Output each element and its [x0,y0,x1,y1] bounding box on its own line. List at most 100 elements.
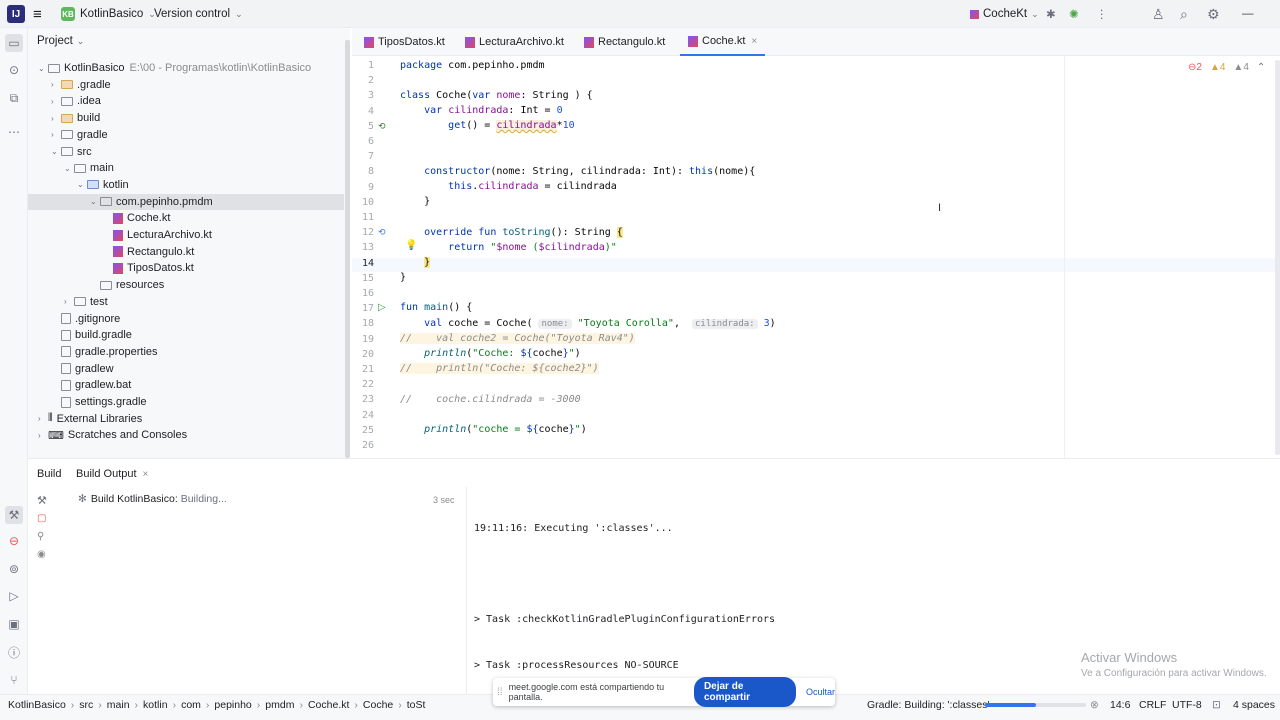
debug-icon[interactable]: ✱ [1046,0,1056,28]
chevron-right-icon[interactable]: › [64,297,74,306]
tree-item[interactable]: ⌄ src [28,144,344,160]
user-icon[interactable]: ♙ [1152,0,1165,28]
tab-coche[interactable]: Coche.kt × [680,28,766,56]
inspection-widget[interactable]: ⊖2 ▲4 ▲4 ⌃ [1188,62,1265,73]
tree-scrollbar[interactable] [345,40,350,458]
more-tools-icon[interactable]: ⋯ [6,124,22,140]
chevron-right-icon[interactable]: › [51,114,61,123]
tab-build[interactable]: Build [37,468,61,480]
chevron-down-icon[interactable]: ⌄ [77,180,87,189]
chevron-right-icon[interactable]: › [51,97,61,106]
indent-setting[interactable]: 4 spaces [1233,695,1275,715]
bug-icon[interactable]: ✺ [1069,0,1079,28]
chevron-down-icon[interactable]: ⌄ [64,164,74,173]
build-console-output[interactable]: 19:11:16: Executing ':classes'... > Task… [474,490,775,704]
tree-item[interactable]: › .gradle [28,77,344,93]
build-task-row[interactable]: ✻ Build KotlinBasico: Building... [78,493,227,505]
tree-item[interactable]: › .idea [28,93,344,109]
breadcrumb-item[interactable]: pmdm [265,699,294,711]
editor-scrollbar[interactable] [1275,60,1280,455]
tree-item[interactable]: build.gradle [28,327,344,343]
lock-icon[interactable]: ⊡ [1212,695,1221,715]
chevron-down-icon[interactable]: ⌄ [38,64,48,73]
breadcrumb-item[interactable]: src [79,699,93,711]
override-gutter-icon[interactable]: ⟲ [378,227,386,238]
tree-item[interactable]: resources [28,277,344,293]
chevron-up-icon[interactable]: ⌃ [1257,62,1265,73]
vcs-selector[interactable]: Version control ⌄ [154,0,243,28]
tree-item[interactable]: gradle.properties [28,344,344,360]
structure-icon[interactable]: ⧉ [6,90,22,106]
chevron-down-icon[interactable]: ⌄ [90,197,100,206]
tab-lecturaarchivo[interactable]: LecturaArchivo.kt [465,28,564,56]
breadcrumb-item[interactable]: kotlin [143,699,168,711]
chevron-right-icon[interactable]: › [38,431,48,440]
caret-position[interactable]: 14:6 [1110,695,1130,715]
stop-sharing-button[interactable]: Dejar de compartir [693,677,796,707]
tree-item[interactable]: ⌄ kotlin [28,177,344,193]
project-folder-icon[interactable]: ▭ [5,34,23,52]
tree-item[interactable]: › test [28,294,344,310]
project-panel-title[interactable]: Project ⌄ [37,35,84,47]
breadcrumb-item[interactable]: Coche.kt [308,699,349,711]
pin-icon[interactable]: ⚲ [37,531,44,542]
breadcrumb-item[interactable]: Coche [363,699,393,711]
app-logo-icon[interactable]: IJ [7,0,25,28]
tab-tiposdatos[interactable]: TiposDatos.kt [364,28,445,56]
stop-icon[interactable]: ▢ [37,513,46,524]
breadcrumb-item[interactable]: pepinho [214,699,251,711]
tree-item[interactable]: ⌄ KotlinBasico E:\00 - Programas\kotlin\Ko… [28,60,344,76]
tree-item[interactable]: Rectangulo.kt [28,244,344,260]
tree-item[interactable]: › ⫴ External Libraries [28,411,344,427]
commit-icon[interactable]: ⊙ [6,62,22,78]
tree-item[interactable]: settings.gradle [28,394,344,410]
eye-icon[interactable]: ◉ [37,549,46,560]
drag-handle-icon[interactable]: ⁞⁞ [497,687,503,698]
chevron-right-icon[interactable]: › [51,80,61,89]
chevron-right-icon[interactable]: › [51,130,61,139]
gear-icon[interactable]: ⚙ [1207,0,1220,28]
problems-icon[interactable]: ⊖ [6,533,22,549]
breadcrumb-item[interactable]: com [181,699,201,711]
minimize-icon[interactable]: — [1242,0,1254,28]
tree-item[interactable]: LecturaArchivo.kt [28,227,344,243]
tree-item[interactable]: TiposDatos.kt [28,260,344,276]
notifications-icon[interactable]: ⓘ [6,644,22,660]
code-editor[interactable]: ⊖2 ▲4 ▲4 ⌃ ⟲ ⟲ 💡 ▷ 1 2 3 4 5 6 7 8 9 10 11 12 13 14 15… [352,56,1280,458]
file-encoding[interactable]: UTF-8 [1172,695,1202,715]
tree-item[interactable]: › ⌨ Scratches and Consoles [28,427,344,443]
more-options-icon[interactable]: ⋮ [1096,0,1108,28]
breadcrumb-item[interactable]: KotlinBasico [8,699,66,711]
close-icon[interactable]: × [751,36,757,47]
tree-item[interactable]: ⌄ main [28,160,344,176]
tree-item[interactable]: › build [28,110,344,126]
tree-item[interactable]: ⌄ com.pepinho.pmdm [28,193,344,210]
breadcrumb-item[interactable]: toSt [407,699,426,711]
chevron-down-icon[interactable]: ⌄ [51,147,61,156]
getter-gutter-icon[interactable]: ⟲ [378,121,386,132]
build-hammer-icon[interactable]: ⚒ [5,506,23,524]
chevron-right-icon[interactable]: › [38,414,48,423]
tree-item[interactable]: gradlew [28,361,344,377]
tree-item[interactable]: gradlew.bat [28,377,344,393]
line-separator[interactable]: CRLF [1139,695,1166,715]
services-icon[interactable]: ⊚ [6,561,22,577]
tree-item[interactable]: Coche.kt [28,210,344,226]
git-icon[interactable]: ⑂ [6,672,22,688]
hide-button[interactable]: Ocultar [806,687,835,697]
tree-item[interactable]: .gitignore [28,311,344,327]
main-menu-icon[interactable]: ≡ [33,0,42,28]
search-icon[interactable]: ⌕ [1180,0,1188,28]
tab-rectangulo[interactable]: Rectangulo.kt [584,28,665,56]
run-icon[interactable]: ▷ [6,588,22,604]
run-config-selector[interactable]: CocheKt ⌄ [970,0,1039,28]
terminal-icon[interactable]: ▣ [6,616,22,632]
tree-item[interactable]: › gradle [28,127,344,143]
breadcrumb-item[interactable]: main [107,699,130,711]
project-selector[interactable]: KB KotlinBasico ⌄ [61,0,156,28]
close-icon[interactable]: × [143,469,149,480]
tab-build-output[interactable]: Build Output × [76,468,148,480]
gradle-progress-label[interactable]: Gradle: Building: ':classes' [867,695,989,715]
cancel-progress-icon[interactable]: ⊗ [1090,695,1099,715]
hammer-icon[interactable]: ⚒ [37,494,47,507]
